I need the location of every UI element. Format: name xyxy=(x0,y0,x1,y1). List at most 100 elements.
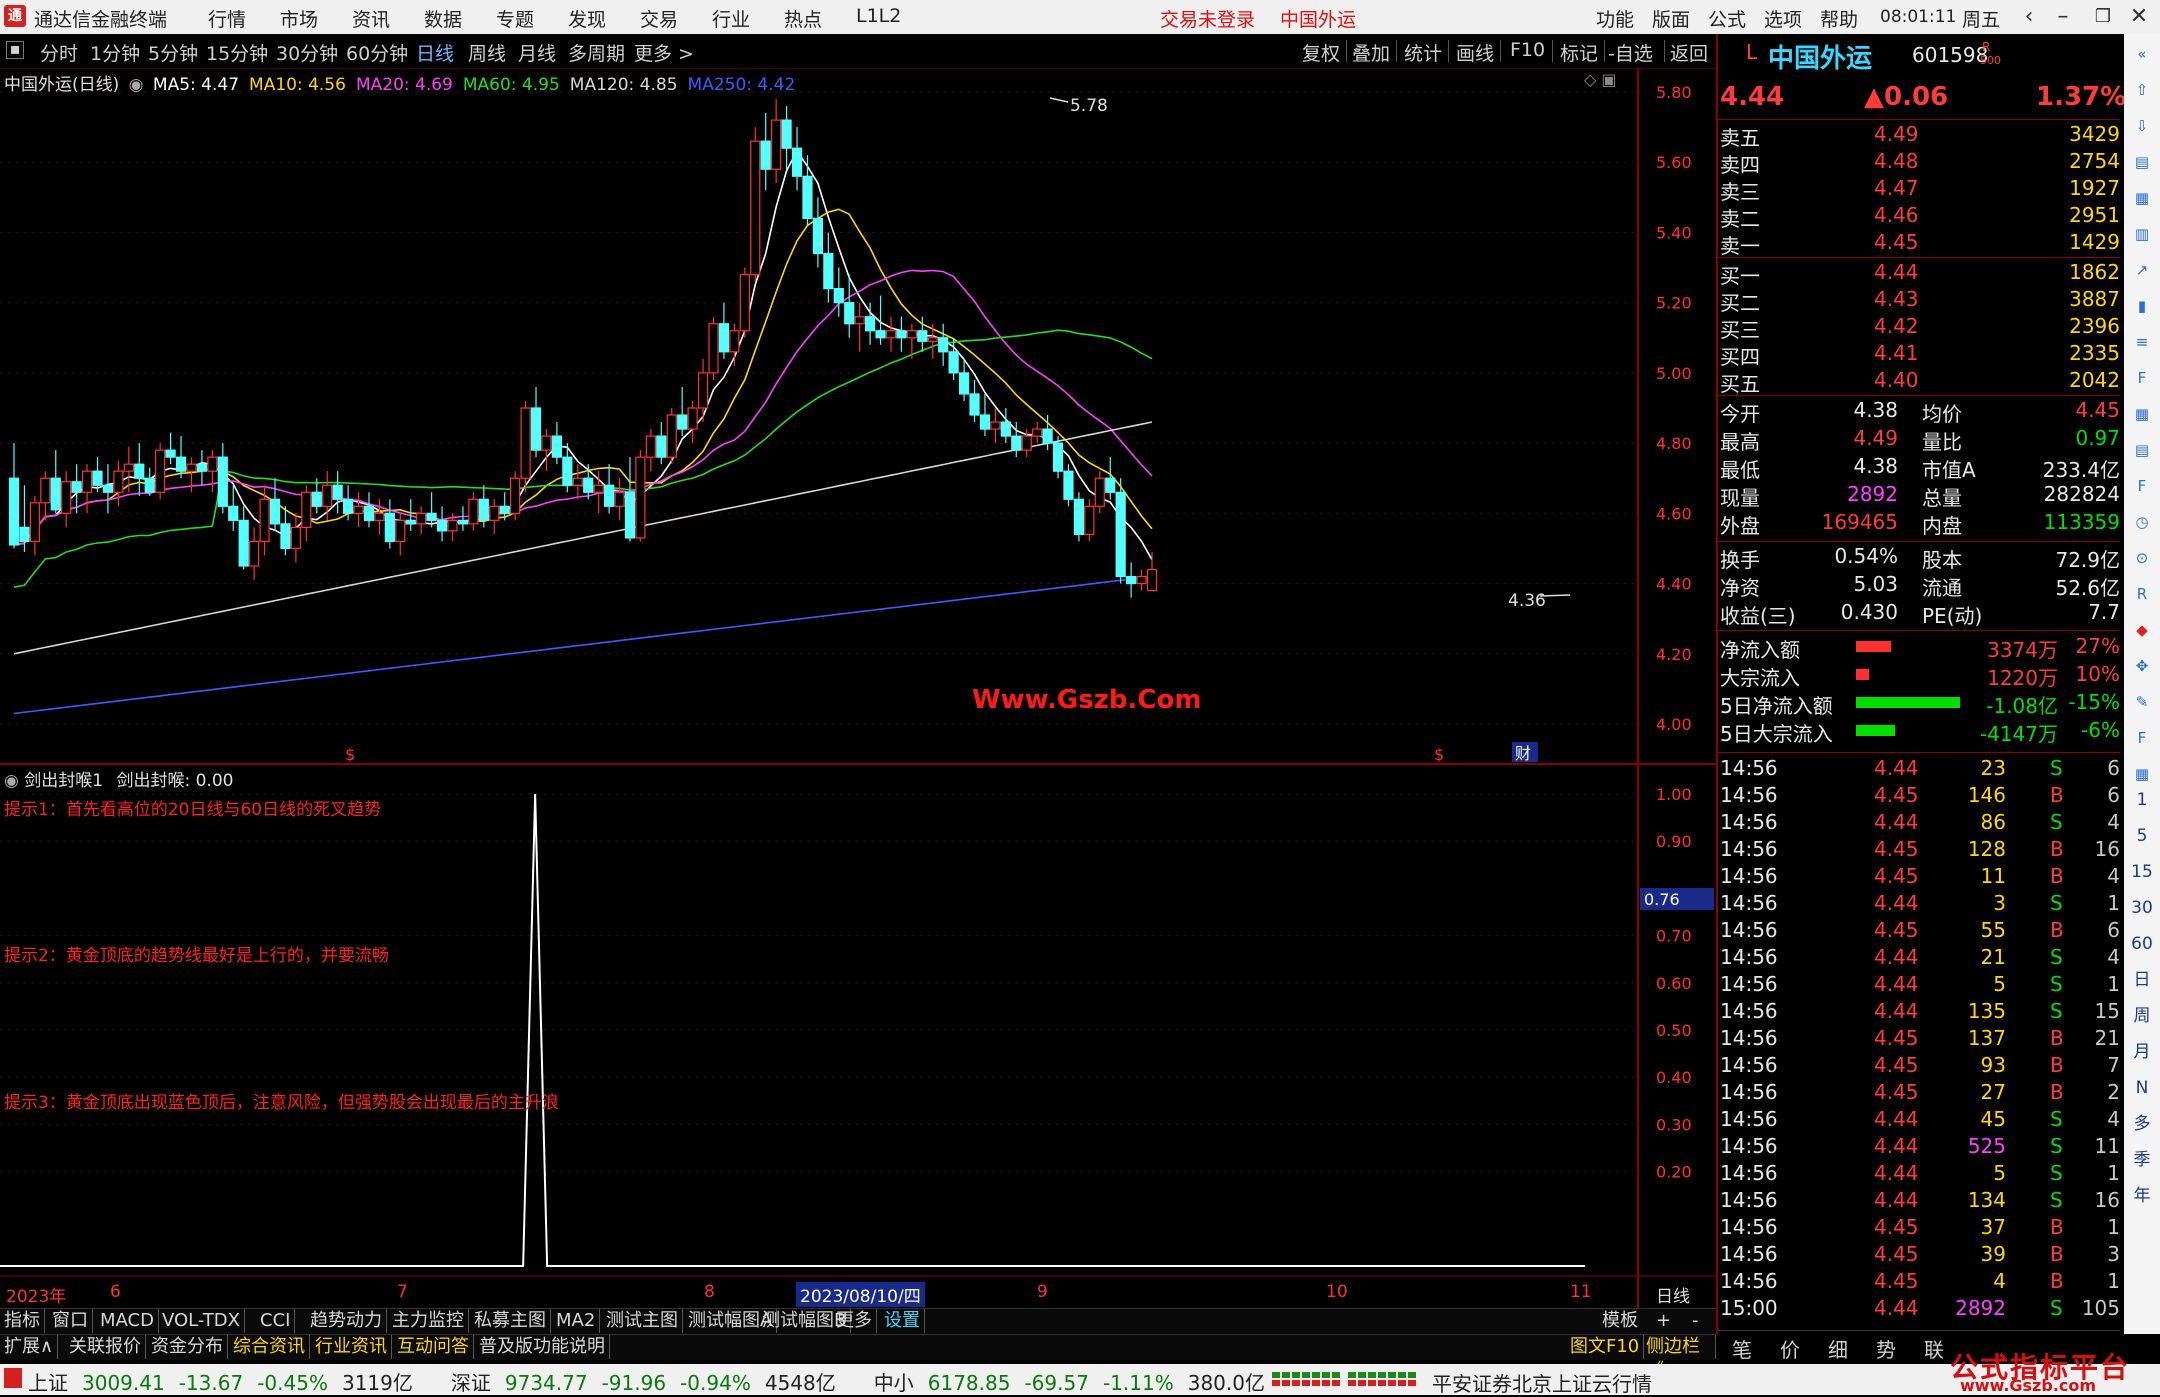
ask-row[interactable]: 卖二 4.46 2951 xyxy=(1716,203,2120,231)
menu-zhuanti[interactable]: 专题 xyxy=(496,5,534,32)
menu-hangqing[interactable]: 行情 xyxy=(208,5,246,32)
up-arrow-icon[interactable]: ⇧ xyxy=(2130,78,2154,102)
period-more[interactable]: 更多 > xyxy=(634,39,694,66)
period-60min[interactable]: 60分钟 xyxy=(346,39,408,66)
menu-l1l2[interactable]: L1L2 xyxy=(856,5,901,27)
period-shortcut[interactable]: 日 xyxy=(2130,968,2154,992)
chart-icon[interactable]: ▤ xyxy=(2130,150,2154,174)
period-shortcut[interactable]: 1 xyxy=(2130,788,2154,812)
indicator-tab[interactable]: 设置 xyxy=(880,1309,925,1333)
bid-row[interactable]: 买二 4.43 3887 xyxy=(1716,287,2120,315)
candles-icon[interactable]: ▮ xyxy=(2130,294,2154,318)
move-icon[interactable]: ✥ xyxy=(2130,654,2154,678)
menu-banmian[interactable]: 版面 xyxy=(1652,5,1690,32)
sheet-icon[interactable]: ▦ xyxy=(2130,402,2154,426)
draw-button[interactable]: 画线 xyxy=(1456,39,1494,66)
indicator-tab[interactable]: 趋势动力 xyxy=(306,1309,387,1333)
bottom-right-link[interactable]: 侧边栏 《 xyxy=(1642,1335,1716,1381)
collapse-icon[interactable]: « xyxy=(2130,42,2154,66)
period-weekly[interactable]: 周线 xyxy=(468,39,506,66)
period-shortcut[interactable]: 多 xyxy=(2130,1112,2154,1136)
indicator-tab[interactable]: 私募主图 xyxy=(470,1309,551,1333)
period-shortcut[interactable]: 15 xyxy=(2130,860,2154,884)
quote-tab[interactable]: 势 xyxy=(1876,1334,1896,1363)
ask-row[interactable]: 卖四 4.48 2754 xyxy=(1716,149,2120,177)
mark-button[interactable]: 标记 xyxy=(1560,39,1598,66)
restore-icon[interactable]: ❐ xyxy=(2086,2,2120,32)
minimize-icon[interactable]: – xyxy=(2046,2,2080,32)
menu-shichang[interactable]: 市场 xyxy=(280,5,318,32)
stats-button[interactable]: 统计 xyxy=(1404,39,1442,66)
indicator-tab[interactable]: 主力监控 xyxy=(388,1309,469,1333)
period-30min[interactable]: 30分钟 xyxy=(276,39,338,66)
down-arrow-icon[interactable]: ⇩ xyxy=(2130,114,2154,138)
template-control[interactable]: - xyxy=(1688,1309,1703,1333)
menu-faxian[interactable]: 发现 xyxy=(568,5,606,32)
fuquan-button[interactable]: 复权 xyxy=(1302,39,1340,66)
chart-options-icon[interactable]: ◇ ▣ xyxy=(1584,70,1617,89)
template-control[interactable]: 模板 xyxy=(1598,1309,1642,1333)
period-15min[interactable]: 15分钟 xyxy=(206,39,268,66)
list-icon[interactable]: ≡ xyxy=(2130,330,2154,354)
indicator-dropdown-icon[interactable]: ◉ xyxy=(4,771,19,791)
back-icon[interactable]: ‹ xyxy=(2012,2,2046,32)
ask-row[interactable]: 卖三 4.47 1927 xyxy=(1716,176,2120,204)
grid-icon[interactable]: ▦ xyxy=(2130,186,2154,210)
f-icon[interactable]: F xyxy=(2130,474,2154,498)
bid-row[interactable]: 买三 4.42 2396 xyxy=(1716,314,2120,342)
doc-icon[interactable]: ▤ xyxy=(2130,438,2154,462)
bottom-right-link[interactable]: 图文F10 xyxy=(1566,1335,1645,1359)
bid-row[interactable]: 买五 4.40 2042 xyxy=(1716,368,2120,396)
menu-redian[interactable]: 热点 xyxy=(784,5,822,32)
period-multi[interactable]: 多周期 xyxy=(568,39,625,66)
period-shortcut[interactable]: 60 xyxy=(2130,932,2154,956)
bid-row[interactable]: 买一 4.44 1862 xyxy=(1716,260,2120,288)
menu-shuju[interactable]: 数据 xyxy=(424,5,462,32)
period-fenshi[interactable]: 分时 xyxy=(40,39,78,66)
clock-icon[interactable]: ◷ xyxy=(2130,510,2154,534)
indicator-tab[interactable]: 窗口 xyxy=(48,1309,93,1333)
login-status[interactable]: 交易未登录 xyxy=(1160,5,1255,32)
settings-dropdown-icon[interactable]: ◉ xyxy=(129,75,144,95)
ask-row[interactable]: 卖一 4.45 1429 xyxy=(1716,230,2120,258)
quote-tab[interactable]: 细 xyxy=(1828,1334,1848,1363)
f5-icon[interactable]: F xyxy=(2130,726,2154,750)
period-monthly[interactable]: 月线 xyxy=(518,39,556,66)
period-shortcut[interactable]: 季 xyxy=(2130,1148,2154,1172)
f10-button[interactable]: F10 xyxy=(1510,39,1545,61)
bottom-link[interactable]: 关联报价 xyxy=(65,1335,146,1359)
bottom-link[interactable]: 互动问答 xyxy=(393,1335,474,1359)
close-icon[interactable]: ✕ xyxy=(2122,2,2156,32)
indicator-tab[interactable]: 更多 xyxy=(832,1309,877,1333)
quote-tab[interactable]: 联 xyxy=(1924,1334,1944,1363)
menu-xuanxiang[interactable]: 选项 xyxy=(1764,5,1802,32)
bottom-link[interactable]: 普及版功能说明 xyxy=(475,1335,610,1359)
fire-icon[interactable]: ◆ xyxy=(2130,618,2154,642)
stock-name[interactable]: 中国外运 xyxy=(1768,38,1872,75)
period-shortcut[interactable]: 5 xyxy=(2130,824,2154,848)
return-button[interactable]: 返回 xyxy=(1670,39,1708,66)
layout-toggle-icon[interactable]: ▪ xyxy=(6,41,24,59)
bottom-link[interactable]: 综合资讯 xyxy=(229,1335,310,1359)
meter-icon[interactable]: ⊙ xyxy=(2130,546,2154,570)
index-quote[interactable]: 上证 3009.41 -13.67 -0.45% 3119亿 xyxy=(28,1371,427,1395)
menu-jiaoyi[interactable]: 交易 xyxy=(640,5,678,32)
rsi-icon[interactable]: R xyxy=(2130,582,2154,606)
line-icon[interactable]: ↗ xyxy=(2130,258,2154,282)
index-quote[interactable]: 深证 9734.77 -91.96 -0.94% 4548亿 xyxy=(451,1371,850,1395)
bottom-link[interactable]: 行业资讯 xyxy=(311,1335,392,1359)
watchlist-button[interactable]: -自选 xyxy=(1608,39,1653,66)
indicator-tab[interactable]: CCI xyxy=(256,1309,296,1333)
indicator-tab[interactable]: 测试主图 xyxy=(602,1309,683,1333)
indicator-tab[interactable]: VOL-TDX xyxy=(158,1309,245,1333)
menu-hangye[interactable]: 行业 xyxy=(712,5,750,32)
bid-row[interactable]: 买四 4.41 2335 xyxy=(1716,341,2120,369)
chart-area[interactable]: 5.80 5.60 5.40 5.20 5.00 4.80 4.60 4.40 4.20 4.00… xyxy=(0,68,1716,1308)
menu-bangzhu[interactable]: 帮助 xyxy=(1820,5,1858,32)
kline-chart[interactable]: 5.80 5.60 5.40 5.20 5.00 4.80 4.60 4.40 4.20 4.00… xyxy=(0,68,1716,1308)
template-control[interactable]: + xyxy=(1652,1309,1675,1333)
pen-icon[interactable]: ✎ xyxy=(2130,690,2154,714)
period-5min[interactable]: 5分钟 xyxy=(148,39,198,66)
bottom-link[interactable]: 扩展∧ xyxy=(0,1335,59,1359)
indicator-name[interactable]: 剑出封喉1 xyxy=(24,771,103,791)
